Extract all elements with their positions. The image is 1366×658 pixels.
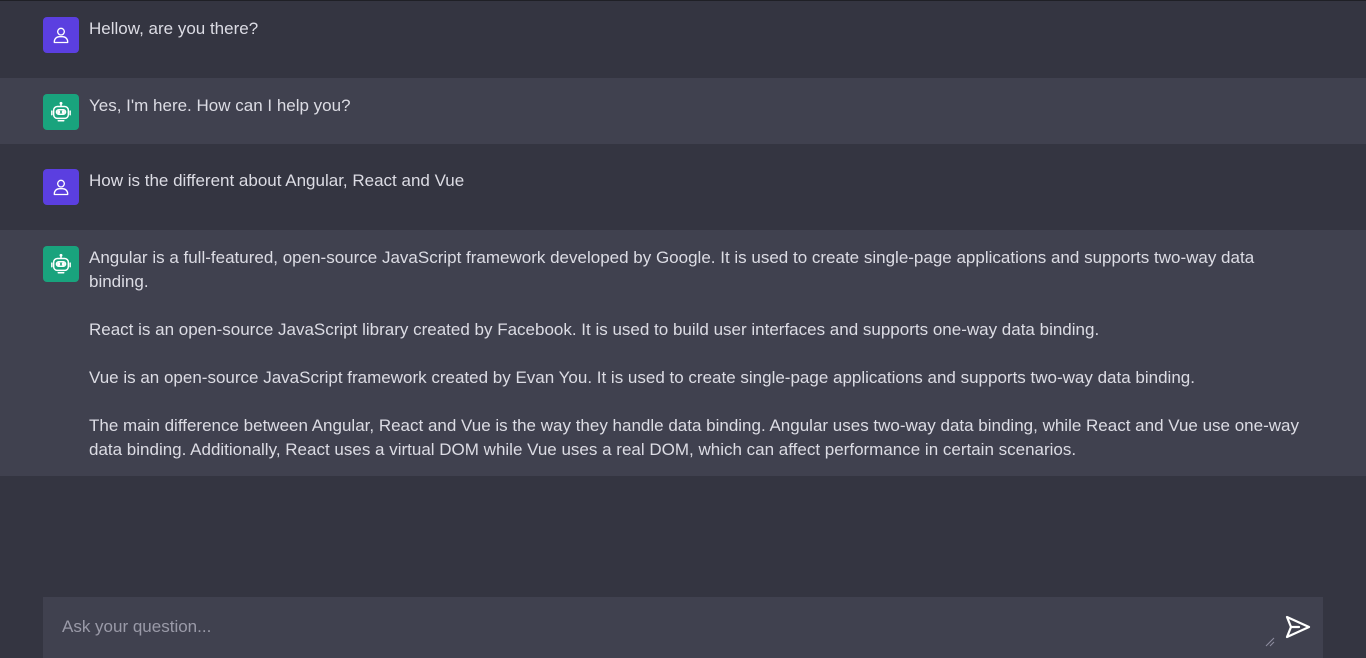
chat-app: Hellow, are you there? Yes, I'm here. Ho… <box>0 0 1366 658</box>
message-paragraph: Hellow, are you there? <box>89 19 259 38</box>
user-icon <box>53 179 69 196</box>
message-text: How is the different about Angular, Reac… <box>89 169 1314 193</box>
message-paragraph: Vue is an open-source JavaScript framewo… <box>89 368 1195 387</box>
send-button[interactable] <box>1283 613 1313 641</box>
chat-message-user: Hellow, are you there? <box>0 1 1366 78</box>
message-paragraph: Angular is a full-featured, open-source … <box>89 248 1255 291</box>
bot-avatar <box>43 246 79 282</box>
chat-message-user: How is the different about Angular, Reac… <box>0 144 1366 230</box>
robot-icon <box>51 101 71 122</box>
resize-grip-icon[interactable] <box>1263 635 1275 647</box>
chat-input-bar <box>43 597 1323 658</box>
message-text: Angular is a full-featured, open-source … <box>89 246 1314 462</box>
user-avatar <box>43 169 79 205</box>
chat-message-bot: Yes, I'm here. How can I help you? <box>0 78 1366 144</box>
user-icon <box>53 27 69 44</box>
robot-icon <box>51 253 71 274</box>
message-paragraph: The main difference between Angular, Rea… <box>89 416 1299 459</box>
message-paragraph: Yes, I'm here. How can I help you? <box>89 96 351 115</box>
message-paragraph: React is an open-source JavaScript libra… <box>89 320 1100 339</box>
message-paragraph: How is the different about Angular, Reac… <box>89 171 465 190</box>
message-text: Hellow, are you there? <box>89 17 1314 41</box>
user-avatar <box>43 17 79 53</box>
bot-avatar <box>43 94 79 130</box>
send-icon <box>1285 615 1311 639</box>
message-text: Yes, I'm here. How can I help you? <box>89 94 1314 118</box>
question-input[interactable] <box>62 615 1262 645</box>
chat-message-bot: Angular is a full-featured, open-source … <box>0 230 1366 476</box>
